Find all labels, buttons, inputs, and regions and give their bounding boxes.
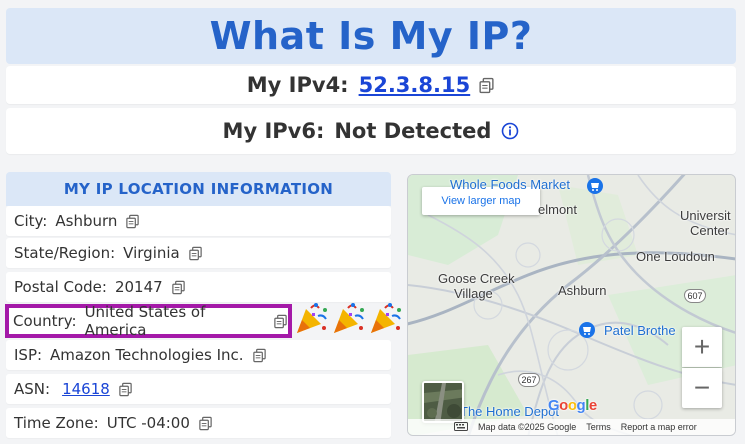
map-label-patel[interactable]: Patel Brothe <box>604 323 676 338</box>
terms-link[interactable]: Terms <box>586 422 611 432</box>
map-label-belmont: elmont <box>538 202 578 217</box>
copy-icon[interactable] <box>252 348 267 363</box>
city-value: Ashburn <box>55 212 118 230</box>
isp-label: ISP: <box>14 346 43 364</box>
zoom-out-button[interactable]: − <box>682 368 722 408</box>
page: What Is My IP? My IPv4: 52.3.8.15 My IPv… <box>0 0 745 444</box>
ipv4-card: My IPv4: 52.3.8.15 <box>6 66 736 104</box>
postal-row: Postal Code: 20147 <box>6 272 391 302</box>
state-row: State/Region: Virginia <box>6 238 391 268</box>
store-icon <box>578 321 596 343</box>
copy-icon[interactable] <box>273 314 288 329</box>
map-data-text: Map data ©2025 Google <box>478 422 577 432</box>
isp-value: Amazon Technologies Inc. <box>50 346 244 364</box>
copy-icon[interactable] <box>188 246 203 261</box>
city-label: City: <box>14 212 48 230</box>
google-logo: Google <box>548 397 597 414</box>
ipv6-label: My IPv6: <box>222 119 325 143</box>
location-map[interactable]: View larger map Whole Foods Market elmon… <box>407 174 736 436</box>
state-label: State/Region: <box>14 244 116 262</box>
ipv6-value: Not Detected <box>334 119 492 143</box>
postal-value: 20147 <box>114 278 163 296</box>
map-label-whole-foods[interactable]: Whole Foods Market <box>450 177 570 192</box>
route-607-shield: 607 <box>684 289 706 303</box>
info-icon[interactable] <box>501 122 519 140</box>
copy-icon[interactable] <box>198 416 213 431</box>
location-header: MY IP LOCATION INFORMATION <box>6 172 391 206</box>
city-row: City: Ashburn <box>6 206 391 236</box>
map-label-home-depot[interactable]: The Home Depot <box>460 404 559 419</box>
country-row: Country: United States of America <box>5 303 292 339</box>
isp-row: ISP: Amazon Technologies Inc. <box>6 340 391 370</box>
copy-icon[interactable] <box>171 280 186 295</box>
asn-link[interactable]: 14618 <box>62 380 110 398</box>
map-label-university: Universit <box>680 208 731 223</box>
country-label: Country: <box>13 312 77 330</box>
store-icon <box>586 177 604 199</box>
copy-icon[interactable] <box>118 382 133 397</box>
report-map-error-link[interactable]: Report a map error <box>621 422 697 432</box>
map-label-ashburn: Ashburn <box>558 283 607 298</box>
map-label-center: Center <box>690 223 730 238</box>
state-value: Virginia <box>123 244 180 262</box>
satellite-toggle[interactable] <box>422 381 464 423</box>
ipv6-card: My IPv6: Not Detected <box>6 108 736 154</box>
page-title: What Is My IP? <box>209 14 533 58</box>
timezone-value: UTC -04:00 <box>106 414 190 432</box>
route-267-shield: 267 <box>518 373 540 387</box>
party-popper-icon <box>294 300 330 336</box>
keyboard-icon[interactable] <box>454 421 468 433</box>
postal-label: Postal Code: <box>14 278 107 296</box>
map-label-one-loudoun: One Loudoun <box>636 249 715 264</box>
map-label-goose-creek: Goose Creek <box>438 271 515 286</box>
copy-icon[interactable] <box>125 214 140 229</box>
party-popper-icon <box>368 300 404 336</box>
timezone-row: Time Zone: UTC -04:00 <box>6 408 391 438</box>
asn-label: ASN: <box>14 380 51 398</box>
asn-row: ASN: 14618 <box>6 374 391 404</box>
timezone-label: Time Zone: <box>14 414 99 432</box>
copy-icon[interactable] <box>478 77 495 94</box>
map-label-village: Village <box>454 286 493 301</box>
zoom-in-button[interactable]: + <box>682 327 722 367</box>
party-popper-icon <box>331 300 367 336</box>
ipv4-link[interactable]: 52.3.8.15 <box>359 73 471 97</box>
ipv4-label: My IPv4: <box>246 73 349 97</box>
title-banner: What Is My IP? <box>6 8 736 64</box>
country-value: United States of America <box>84 303 206 339</box>
map-attribution: Map data ©2025 Google Terms Report a map… <box>408 419 735 435</box>
